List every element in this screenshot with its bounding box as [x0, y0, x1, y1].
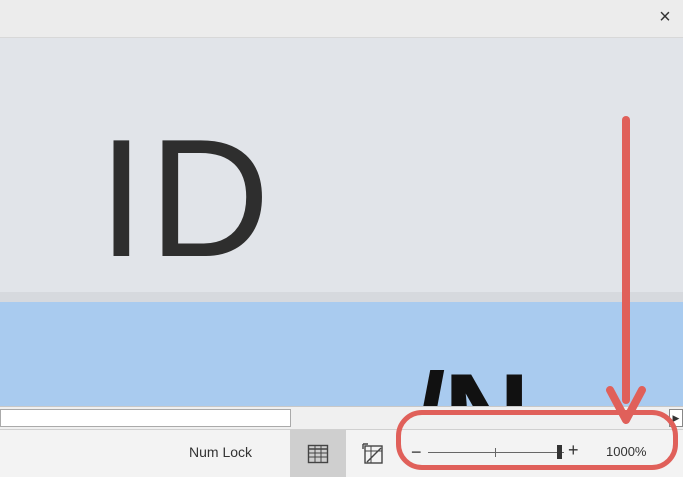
close-icon[interactable]: ×: [655, 6, 675, 28]
zoom-slider[interactable]: [428, 445, 564, 459]
zoom-in-button[interactable]: +: [568, 440, 579, 461]
normal-view-button[interactable]: [290, 430, 346, 477]
sheet-tab-scroll-track[interactable]: [0, 409, 291, 427]
horizontal-scrollbar-area: ▶: [0, 406, 683, 429]
num-lock-indicator: Num Lock: [189, 444, 253, 460]
page-layout-icon: [362, 442, 383, 464]
grid-sheet-icon: [307, 444, 329, 463]
zoom-percentage[interactable]: 1000%: [606, 444, 646, 459]
zoom-out-button[interactable]: −: [411, 442, 422, 463]
status-bar: Num Lock − + 1000%: [0, 429, 683, 477]
zoomed-partial-text: /N: [412, 356, 530, 406]
title-bar: ×: [0, 0, 683, 38]
zoom-slider-midpoint-tick: [495, 448, 496, 457]
scroll-right-arrow-icon[interactable]: ▶: [669, 409, 683, 427]
zoom-slider-thumb[interactable]: [557, 445, 562, 459]
page-layout-view-button[interactable]: [346, 430, 402, 477]
zoomed-large-text: ID: [98, 104, 274, 292]
zoomed-canvas-lower: /N: [0, 302, 683, 406]
row-separator: [0, 292, 683, 302]
zoomed-canvas-upper: ID: [0, 38, 683, 292]
